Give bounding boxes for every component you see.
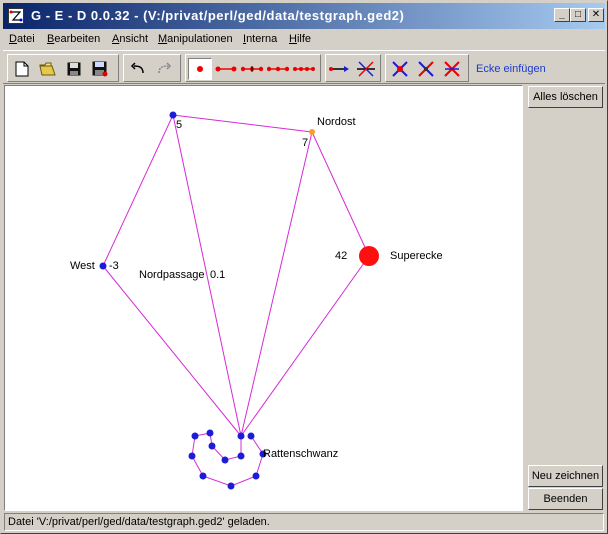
insert-toolbar-group — [185, 54, 321, 82]
quit-button[interactable]: Beenden — [528, 488, 603, 510]
new-file-icon[interactable] — [10, 58, 34, 80]
redo-icon[interactable] — [152, 58, 176, 80]
edges — [102, 114, 370, 487]
delete-all-icon[interactable] — [440, 58, 464, 80]
app-icon — [8, 8, 24, 24]
node-tail-3 — [208, 442, 216, 450]
edge-5-nordost — [172, 114, 313, 133]
window-title: G - E - D 0.0.32 - (V:/privat/perl/ged/d… — [31, 8, 405, 23]
node-rattenschwanz — [237, 432, 245, 440]
edge-west-rattenschwanz — [102, 265, 242, 437]
directed-edge-icon[interactable] — [328, 58, 352, 80]
minimize-button[interactable]: _ — [554, 8, 570, 22]
node-tail-5 — [191, 432, 199, 440]
delete-edge-icon[interactable] — [414, 58, 438, 80]
toolbar: Ecke einfügen — [3, 50, 605, 84]
node-tail-7 — [199, 472, 207, 480]
app-window: G - E - D 0.0.32 - (V:/privat/perl/ged/d… — [0, 0, 608, 534]
label-rattenschwanz: Rattenschwanz — [263, 448, 339, 460]
label-5: 5 — [176, 119, 183, 131]
node-superecke — [359, 246, 379, 266]
status-bar: Datei 'V:/privat/perl/ged/data/testgraph… — [4, 513, 604, 531]
edge-nordost-superecke — [311, 131, 370, 257]
close-button[interactable]: ✕ — [588, 8, 604, 22]
edit-toolbar-group — [123, 54, 181, 82]
menu-hilfe[interactable]: Hilfe — [289, 33, 311, 45]
save-all-icon[interactable] — [88, 58, 112, 80]
menu-bar: Datei Bearbeiten Ansicht Manipulationen … — [3, 30, 605, 49]
label-superecke: Superecke — [390, 250, 443, 262]
insert-edge-icon[interactable] — [214, 58, 238, 80]
file-toolbar-group — [7, 54, 119, 82]
node-west — [99, 262, 107, 270]
node-tail-8 — [227, 482, 235, 490]
node-tail-6 — [188, 452, 196, 460]
open-folder-icon[interactable] — [36, 58, 60, 80]
insert-vertex-icon[interactable] — [188, 58, 212, 80]
node-nordost — [309, 129, 315, 135]
menu-datei[interactable]: Datei — [9, 33, 35, 45]
node-tail-1 — [237, 452, 245, 460]
nodes — [99, 111, 267, 490]
label-west: West — [70, 260, 95, 272]
insert-chain-icon[interactable] — [266, 58, 290, 80]
menu-manipulationen[interactable]: Manipulationen — [158, 33, 233, 45]
node-tail-2 — [221, 456, 229, 464]
graph-svg — [99, 111, 379, 490]
maximize-button[interactable]: □ — [570, 8, 586, 22]
label-nordost: Nordost — [317, 116, 356, 128]
node-tail-9 — [252, 472, 260, 480]
insert-multi-edge-icon[interactable] — [292, 58, 316, 80]
save-disk-icon[interactable] — [62, 58, 86, 80]
menu-bearbeiten[interactable]: Bearbeiten — [47, 33, 100, 45]
node-5 — [169, 111, 177, 119]
edge-nordost-rattenschwanz — [240, 131, 313, 437]
edge-superecke-rattenschwanz — [240, 255, 370, 437]
label-west-value: -3 — [109, 260, 119, 272]
delete-vertex-icon[interactable] — [388, 58, 412, 80]
node-tail-4 — [206, 429, 214, 437]
label-nordpassage-value: 0.1 — [210, 269, 226, 281]
label-nordpassage: Nordpassage — [139, 269, 205, 281]
label-7: 7 — [302, 137, 309, 149]
direction-toolbar-group — [325, 54, 381, 82]
menu-interna[interactable]: Interna — [243, 33, 277, 45]
delete-toolbar-group — [385, 54, 469, 82]
undo-icon[interactable] — [126, 58, 150, 80]
edge-5-west — [102, 114, 174, 267]
label-superecke-value: 42 — [335, 250, 348, 262]
node-tail-11 — [247, 432, 255, 440]
cross-edge-icon[interactable] — [354, 58, 378, 80]
clear-all-button[interactable]: Alles löschen — [528, 86, 603, 108]
graph-canvas[interactable]: 5 Nordost 7 West -3 Nordpassage 0.1 42 S… — [4, 85, 523, 511]
menu-ansicht[interactable]: Ansicht — [112, 33, 148, 45]
mode-hint: Ecke einfügen — [476, 63, 546, 75]
redraw-button[interactable]: Neu zeichnen — [528, 465, 603, 487]
insert-path-icon[interactable] — [240, 58, 264, 80]
title-bar: G - E - D 0.0.32 - (V:/privat/perl/ged/d… — [3, 3, 605, 29]
